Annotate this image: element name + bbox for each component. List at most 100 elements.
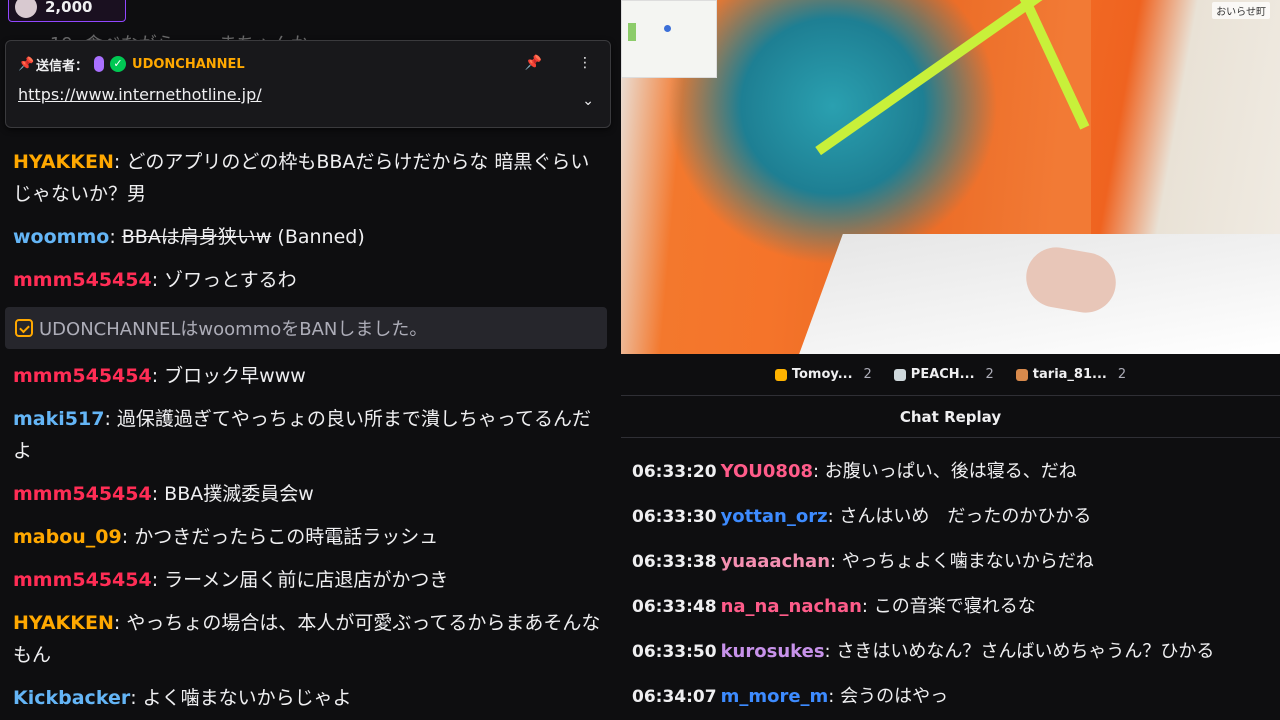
replay-timestamp: 06:33:30 <box>632 507 717 527</box>
chat-text: BBA撲滅委員会w <box>164 483 314 505</box>
viewer-count: 2,000 <box>45 0 93 16</box>
chat-replay-title: Chat Replay <box>621 396 1280 438</box>
chat-separator: : <box>113 151 127 173</box>
chat-username[interactable]: maki517 <box>13 408 104 430</box>
leaderboard-count: 2 <box>985 367 994 382</box>
avatar <box>15 0 37 18</box>
replay-username[interactable]: YOU0808 <box>721 461 813 482</box>
map-overlay <box>621 0 717 78</box>
chat-separator: : <box>828 686 841 707</box>
replay-text: 会うのはやっ <box>840 686 949 707</box>
leaderboard: Tomoy... 2 PEACH... 2 taria_81... 2 <box>621 354 1280 396</box>
replay-text: この音楽で寝れるな <box>873 596 1036 617</box>
replay-text: お腹いっぱい、後は寝る、だね <box>824 461 1077 482</box>
moderation-notice: UDONCHANNELはwoommoをBANしました。 <box>5 307 607 349</box>
chat-separator: : <box>151 269 165 291</box>
pinned-message: 📌 送信者： ✓ UDONCHANNEL 📌 ⋮ https://www.int… <box>5 40 611 128</box>
replay-message: 06:33:38 yuaaachan: やっちょよく噛まないからだね <box>621 546 1280 578</box>
chat-message: mmm545454: ブロック早www <box>0 360 620 392</box>
shield-icon <box>15 319 33 337</box>
chat-separator: : <box>824 641 837 662</box>
leaderboard-name: PEACH... <box>910 367 975 382</box>
chat-message: maki517: 過保護過ぎてやっちょの良い所まで潰しちゃってるんだよ <box>0 403 620 467</box>
more-options-icon[interactable]: ⋮ <box>578 55 592 71</box>
verified-icon: ✓ <box>110 56 127 72</box>
chat-message: mmm545454: ゾワっとするわ <box>0 264 620 296</box>
replay-text: さきはいめなん？さんばいめちゃうん？ひかる <box>836 641 1215 662</box>
chat-separator: : <box>861 596 874 617</box>
video-player[interactable]: おいらせ町 <box>621 0 1280 354</box>
chat-username[interactable]: mmm545454 <box>13 483 152 505</box>
chat-text: ラーメン届く前に店退店がかつき <box>164 569 449 591</box>
sender-name[interactable]: UDONCHANNEL <box>132 57 245 72</box>
chat-separator: : <box>113 612 127 634</box>
chat-replay-list: 06:33:20 YOU0808: お腹いっぱい、後は寝る、だね 06:33:30 y… <box>621 438 1280 713</box>
gift-badge-icon <box>893 368 906 381</box>
replay-timestamp: 06:33:38 <box>632 552 717 572</box>
replay-timestamp: 06:34:07 <box>632 687 717 707</box>
chat-username[interactable]: Kickbacker <box>13 687 130 709</box>
viewer-badge[interactable]: 2,000 <box>8 0 126 22</box>
leaderboard-name: taria_81... <box>1032 367 1107 382</box>
chat-text: ゾワっとするわ <box>164 269 297 291</box>
chat-username[interactable]: woommo <box>13 226 109 248</box>
replay-text: やっちょよく噛まないからだね <box>841 551 1094 572</box>
chat-username[interactable]: HYAKKEN <box>13 151 114 173</box>
replay-username[interactable]: m_more_m <box>721 686 829 707</box>
leaderboard-item[interactable]: PEACH... 2 <box>893 367 994 382</box>
leaderboard-item[interactable]: Tomoy... 2 <box>774 367 872 382</box>
gift-badge-icon <box>774 368 787 381</box>
replay-text: さんはいめ だったのかひかる <box>839 506 1092 527</box>
pin-icon: 📌 <box>18 56 35 72</box>
chat-separator: : <box>121 526 135 548</box>
leaderboard-name: Tomoy... <box>791 367 853 382</box>
chat-separator: : <box>151 483 165 505</box>
leaderboard-item[interactable]: taria_81... 2 <box>1015 367 1127 382</box>
chat-message-list: HYAKKEN: どのアプリのどの枠もBBAだらけだからな 暗黒ぐらいじゃないか… <box>0 146 620 720</box>
replay-message: 06:33:20 YOU0808: お腹いっぱい、後は寝る、だね <box>621 456 1280 488</box>
chat-username[interactable]: mmm545454 <box>13 569 152 591</box>
banned-label: (Banned) <box>271 226 365 248</box>
leaderboard-count: 2 <box>863 367 872 382</box>
replay-message: 06:34:07 m_more_m: 会うのはやっ <box>621 681 1280 713</box>
chat-text: BBAは肩身狭いw <box>121 226 272 248</box>
chat-username[interactable]: HYAKKEN <box>13 612 114 634</box>
replay-username[interactable]: yuaaachan <box>721 551 830 572</box>
chat-username[interactable]: mabou_09 <box>13 526 122 548</box>
replay-username[interactable]: kurosukes <box>721 641 825 662</box>
chat-text: よく噛まないからじゃよ <box>142 687 352 709</box>
chat-separator: : <box>151 569 165 591</box>
replay-username[interactable]: na_na_nachan <box>721 596 862 617</box>
chat-message: mmm545454: ラーメン届く前に店退店がかつき <box>0 564 620 596</box>
sender-label: 送信者： <box>36 58 89 74</box>
gift-badge-icon <box>1015 368 1028 381</box>
chat-message: HYAKKEN: どのアプリのどの枠もBBAだらけだからな 暗黒ぐらいじゃないか… <box>0 146 620 210</box>
replay-message: 06:33:50 kurosukes: さきはいめなん？さんばいめちゃうん？ひかる <box>621 636 1280 668</box>
chat-username[interactable]: mmm545454 <box>13 269 152 291</box>
replay-timestamp: 06:33:50 <box>632 642 717 662</box>
chat-separator: : <box>827 506 840 527</box>
chat-separator: : <box>151 365 165 387</box>
chat-username[interactable]: mmm545454 <box>13 365 152 387</box>
chat-message: HYAKKEN: やっちょの場合は、本人が可愛ぶってるからまあそんなもん <box>0 607 620 671</box>
chat-text: ブロック早www <box>164 365 306 387</box>
mic-icon <box>94 56 105 72</box>
chat-message: mmm545454: BBA撲滅委員会w <box>0 478 620 510</box>
chat-separator: : <box>104 408 117 430</box>
chat-text: かつきだったらこの時電話ラッシュ <box>134 526 439 548</box>
location-label: おいらせ町 <box>1212 2 1270 19</box>
replay-timestamp: 06:33:48 <box>632 597 717 617</box>
live-chat-panel: 2,000 mos19: 食べながらwwwまちゃんかwww 📌 送信者： ✓ U… <box>0 0 620 720</box>
chat-message: Kickbacker: よく噛まないからじゃよ <box>0 682 620 714</box>
replay-message: 06:33:30 yottan_orz: さんはいめ だったのかひかる <box>621 501 1280 533</box>
replay-username[interactable]: yottan_orz <box>721 506 828 527</box>
chevron-down-icon[interactable]: ⌄ <box>582 93 594 109</box>
chat-separator: : <box>130 687 143 709</box>
chat-message: mabou_09: かつきだったらこの時電話ラッシュ <box>0 521 620 553</box>
unpin-icon[interactable]: 📌 <box>525 55 542 71</box>
replay-timestamp: 06:33:20 <box>632 462 717 482</box>
replay-message: 06:33:48 na_na_nachan: この音楽で寝れるな <box>621 591 1280 623</box>
pinned-link[interactable]: https://www.internethotline.jp/ <box>18 85 598 104</box>
leaderboard-count: 2 <box>1117 367 1127 382</box>
chat-replay-panel: Tomoy... 2 PEACH... 2 taria_81... 2 Chat Repl… <box>621 354 1280 720</box>
